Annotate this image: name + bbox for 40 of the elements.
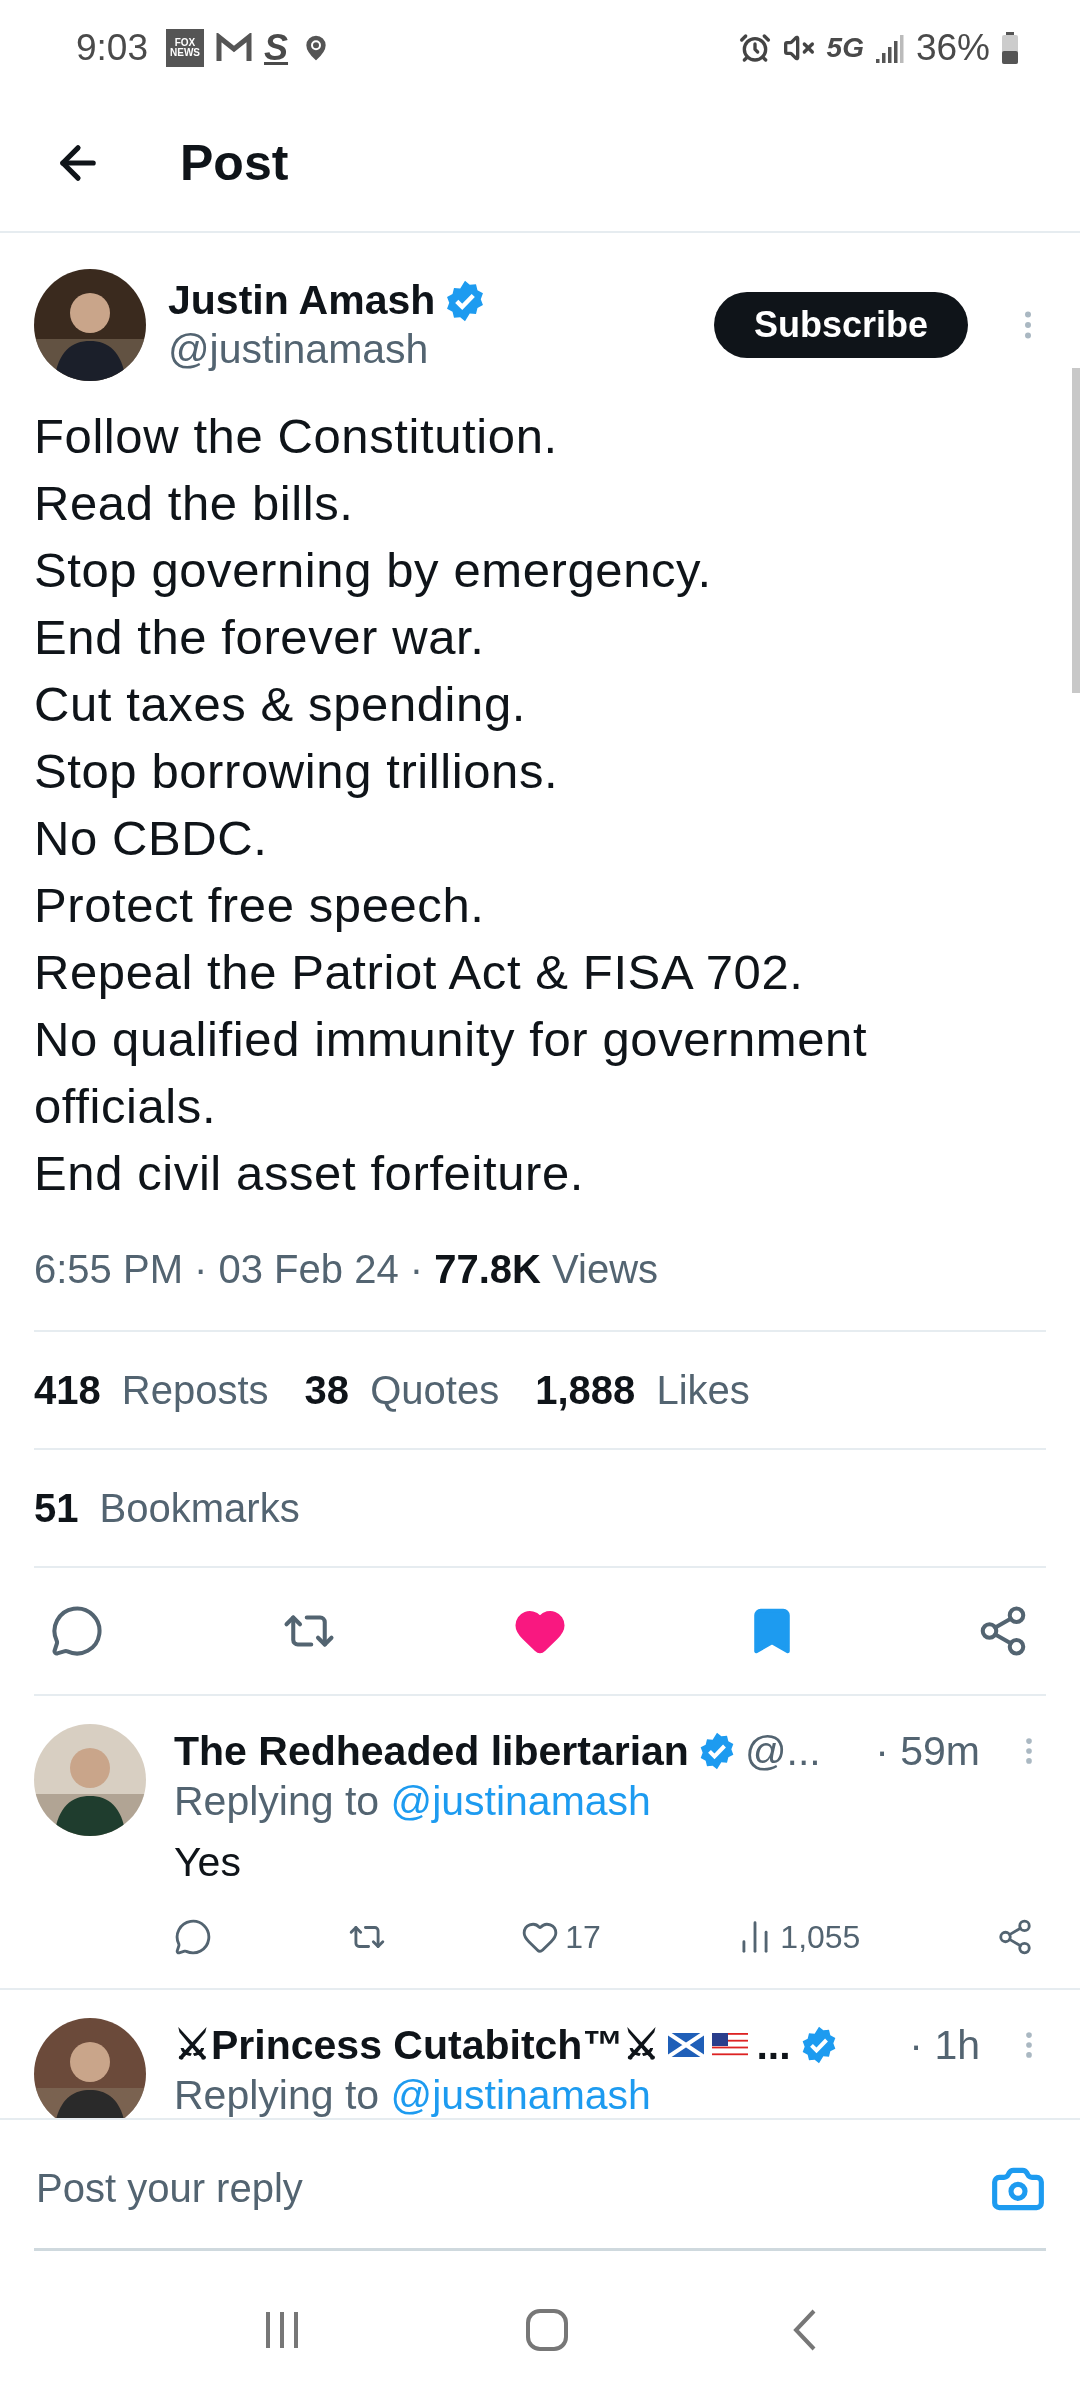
flag-icon (668, 2033, 705, 2057)
share-icon (996, 1918, 1034, 1956)
post-meta: 6:55 PM · 03 Feb 24 · 77.8K Views (34, 1207, 1046, 1332)
reply-button[interactable] (174, 1918, 212, 1956)
like-button[interactable]: 17 (521, 1918, 601, 1956)
reply-author-name[interactable]: The Redheaded libertarian (174, 1727, 689, 1775)
name-ellipsis: ... (756, 2021, 791, 2069)
app-logo: S (264, 26, 289, 69)
flag-icon (712, 2033, 749, 2057)
reply-icon (50, 1604, 104, 1658)
reply-time: · 59m (875, 1727, 980, 1775)
post-text: Follow the Constitution. Read the bills. Stop governing by emergency. End the forever war. Cut taxes & spending. Stop borrowing trillions. No CBDC. Protect free speech. Repeal the Patriot Act & FISA 702. No qualified immunity for government officials. End civil asset forfeiture. (34, 408, 869, 1202)
reply-handle[interactable]: @... (744, 1727, 821, 1775)
replying-to: Replying to @justinamash (174, 1778, 652, 1825)
reply-author-name[interactable]: ⚔Princess Cutabitch™⚔ (174, 2021, 661, 2069)
scrollbar[interactable] (1072, 368, 1080, 693)
reply-time: · 1h (909, 2021, 980, 2069)
author-handle[interactable]: @justinamash (168, 326, 692, 373)
battery-icon (1002, 31, 1018, 64)
alarm-icon (738, 31, 771, 64)
mail-icon (216, 32, 252, 63)
news-app-icon: FOX NEWS (166, 28, 204, 67)
network-type: 5G (826, 31, 864, 64)
bookmarks-link[interactable]: 51 Bookmarks (34, 1485, 300, 1531)
stat-link[interactable]: 38 Quotes (304, 1367, 500, 1413)
views-button[interactable]: 1,055 (736, 1918, 861, 1956)
signal-icon (875, 32, 904, 63)
replying-to: Replying to @justinamash (174, 2072, 652, 2118)
stat-link[interactable]: 1,888 Likes (535, 1367, 750, 1413)
battery-percent: 36% (915, 26, 990, 69)
reply-icon (174, 1918, 212, 1956)
reply-text: Yes (174, 1839, 242, 1886)
page-title: Post (180, 134, 289, 192)
clock: 9:03 (76, 26, 148, 69)
reply-button[interactable] (50, 1604, 104, 1658)
author-name[interactable]: Justin Amash (168, 277, 436, 324)
home-icon[interactable] (525, 2308, 569, 2352)
share-button[interactable] (996, 1918, 1034, 1956)
stat-link[interactable]: 418 Reposts (34, 1367, 269, 1413)
subscribe-button[interactable]: Subscribe (713, 292, 968, 358)
